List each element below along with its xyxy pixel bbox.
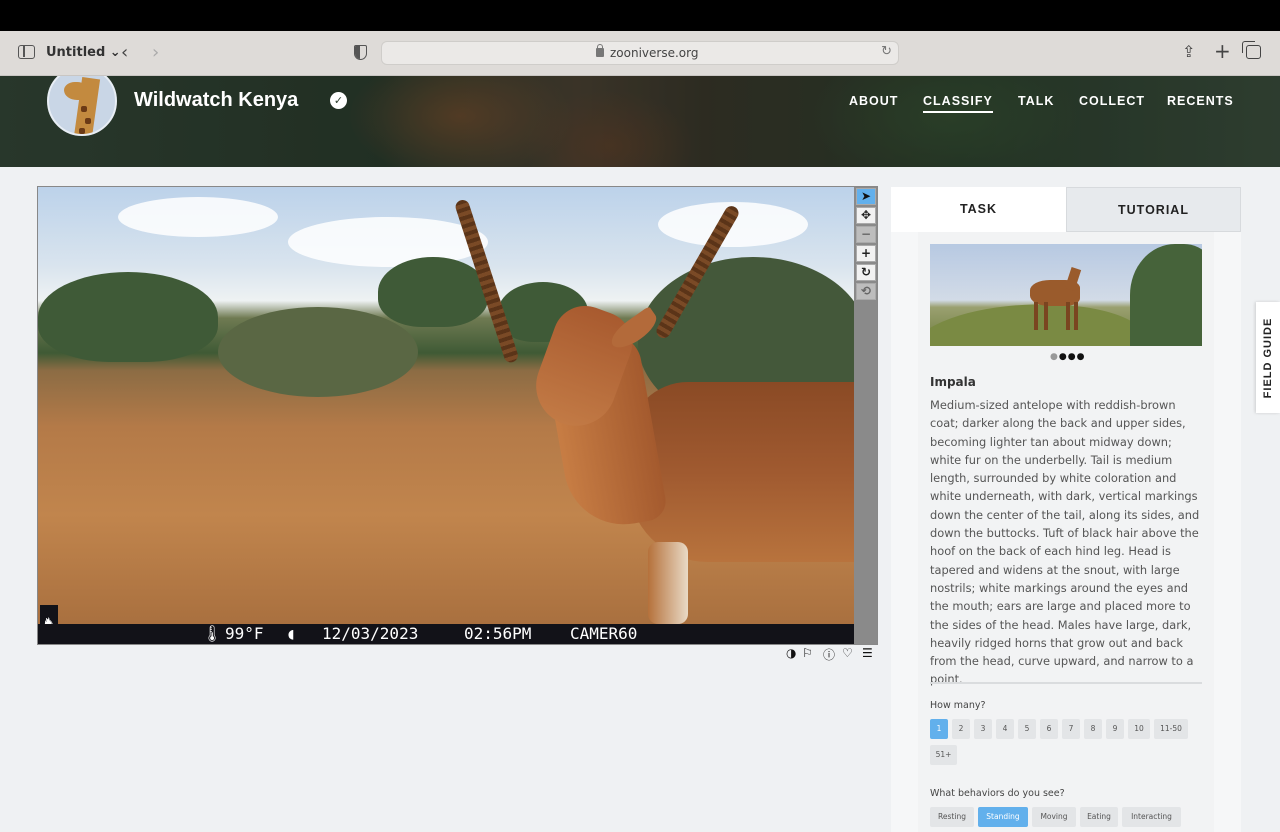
impala-body	[628, 382, 877, 562]
moon-phase-icon: ◖	[286, 624, 296, 643]
shield-icon[interactable]	[354, 45, 367, 60]
screen-top-strip	[0, 0, 1280, 31]
count-option-11-50[interactable]: 11-50	[1154, 719, 1188, 739]
temperature-value: 99°F	[225, 624, 264, 643]
url-text: zooniverse.org	[610, 46, 699, 60]
behavior-eating[interactable]: Eating	[1080, 807, 1118, 827]
count-option-6[interactable]: 6	[1040, 719, 1058, 739]
tab-title[interactable]: Untitled ⌄	[46, 45, 121, 60]
count-option-9[interactable]: 9	[1106, 719, 1124, 739]
camera-id: CAMER60	[570, 624, 638, 643]
project-avatar[interactable]	[47, 76, 117, 136]
acacia-tree	[38, 272, 218, 362]
nav-recents[interactable]: RECENTS	[1167, 94, 1234, 108]
tab-overview-icon[interactable]	[1242, 41, 1261, 59]
subject-viewer[interactable]: ♞ 🌡 99°F ◖ 12/03/2023 02:56PM CAMER60 ➤ …	[37, 186, 878, 645]
species-name: Impala	[930, 375, 976, 389]
species-description: Medium-sized antelope with reddish-brown…	[930, 398, 1200, 687]
behaviors-label: What behaviors do you see?	[930, 788, 1065, 799]
impala-leg	[648, 542, 688, 624]
nav-about[interactable]: ABOUT	[849, 94, 898, 108]
time-value: 02:56PM	[464, 624, 532, 643]
species-photo[interactable]	[930, 244, 1202, 346]
acacia-tree	[378, 257, 488, 327]
giraffe-head	[64, 82, 88, 100]
field-guide-tab[interactable]: FIELD GUIDE	[1256, 302, 1280, 413]
favorite-icon[interactable]: ♡	[842, 646, 853, 660]
lock-icon	[596, 44, 604, 57]
address-bar[interactable]: zooniverse.org ↻	[381, 41, 899, 65]
task-panel: TASK TUTORIAL ●●●● Impala Medium-sized a…	[891, 187, 1241, 832]
count-option-8[interactable]: 8	[1084, 719, 1102, 739]
reset-icon[interactable]: ⟲	[856, 283, 876, 300]
count-option-7[interactable]: 7	[1062, 719, 1080, 739]
forward-icon[interactable]: ›	[152, 42, 159, 63]
cloud	[288, 217, 488, 267]
browser-toolbar: Untitled ⌄ ‹ › zooniverse.org ↻ ⇪ +	[0, 31, 1280, 76]
count-option-51-plus[interactable]: 51+	[930, 745, 957, 765]
camera-trap-image[interactable]	[38, 187, 877, 624]
date-value: 12/03/2023	[322, 624, 419, 643]
zoom-out-icon[interactable]: −	[856, 226, 876, 243]
invert-icon[interactable]: ◑	[786, 646, 796, 660]
photo-impala-leg	[1034, 302, 1038, 330]
camera-info-bar: 🌡 99°F ◖ 12/03/2023 02:56PM CAMER60	[38, 624, 854, 644]
pointer-icon[interactable]: ➤	[856, 188, 876, 205]
behavior-moving[interactable]: Moving	[1032, 807, 1076, 827]
zoom-in-icon[interactable]: +	[856, 245, 876, 262]
count-option-4[interactable]: 4	[996, 719, 1014, 739]
viewer-toolbar: ➤ ✥ − + ↻ ⟲	[854, 187, 877, 644]
flag-icon[interactable]: ⚐	[802, 646, 813, 660]
nav-collect[interactable]: COLLECT	[1079, 94, 1145, 108]
move-icon[interactable]: ✥	[856, 207, 876, 224]
euphorbia-bush	[218, 307, 418, 397]
photo-tree	[1130, 244, 1202, 346]
field-guide-label: FIELD GUIDE	[1262, 317, 1274, 398]
count-option-5[interactable]: 5	[1018, 719, 1036, 739]
behavior-resting[interactable]: Resting	[930, 807, 974, 827]
sidebar-toggle-icon[interactable]	[18, 45, 35, 59]
nav-talk[interactable]: TALK	[1018, 94, 1054, 108]
tab-task[interactable]: TASK	[891, 187, 1066, 232]
share-icon[interactable]: ⇪	[1182, 42, 1195, 61]
divider	[930, 682, 1202, 684]
project-title[interactable]: Wildwatch Kenya	[134, 89, 298, 112]
collections-icon[interactable]: ☰	[862, 646, 873, 660]
nav-classify[interactable]: CLASSIFY	[923, 94, 993, 113]
carousel-dots[interactable]: ●●●●	[1050, 352, 1085, 362]
field-guide-content: ●●●● Impala Medium-sized antelope with r…	[918, 232, 1214, 832]
rotate-icon[interactable]: ↻	[856, 264, 876, 281]
count-option-3[interactable]: 3	[974, 719, 992, 739]
count-option-1[interactable]: 1	[930, 719, 948, 739]
info-icon[interactable]: ⓘ	[823, 646, 835, 663]
photo-impala-leg	[1044, 302, 1048, 330]
back-icon[interactable]: ‹	[121, 42, 128, 63]
how-many-label: How many?	[930, 700, 986, 711]
giraffe-spot	[81, 106, 87, 112]
count-option-10[interactable]: 10	[1128, 719, 1150, 739]
photo-impala-leg	[1074, 302, 1078, 330]
tab-tutorial[interactable]: TUTORIAL	[1066, 187, 1241, 232]
behavior-standing[interactable]: Standing	[978, 807, 1028, 827]
photo-impala-leg	[1066, 302, 1070, 330]
cloud	[118, 197, 278, 237]
thermometer-icon: 🌡	[202, 624, 223, 643]
behavior-interacting[interactable]: Interacting	[1122, 807, 1181, 827]
site-header: Wildwatch Kenya ✓ ABOUT CLASSIFY TALK CO…	[0, 76, 1280, 167]
giraffe-spot	[85, 118, 91, 124]
giraffe-spot	[79, 128, 85, 134]
verified-badge-icon: ✓	[330, 92, 347, 109]
count-option-2[interactable]: 2	[952, 719, 970, 739]
reload-icon[interactable]: ↻	[881, 44, 892, 59]
new-tab-icon[interactable]: +	[1214, 39, 1231, 63]
